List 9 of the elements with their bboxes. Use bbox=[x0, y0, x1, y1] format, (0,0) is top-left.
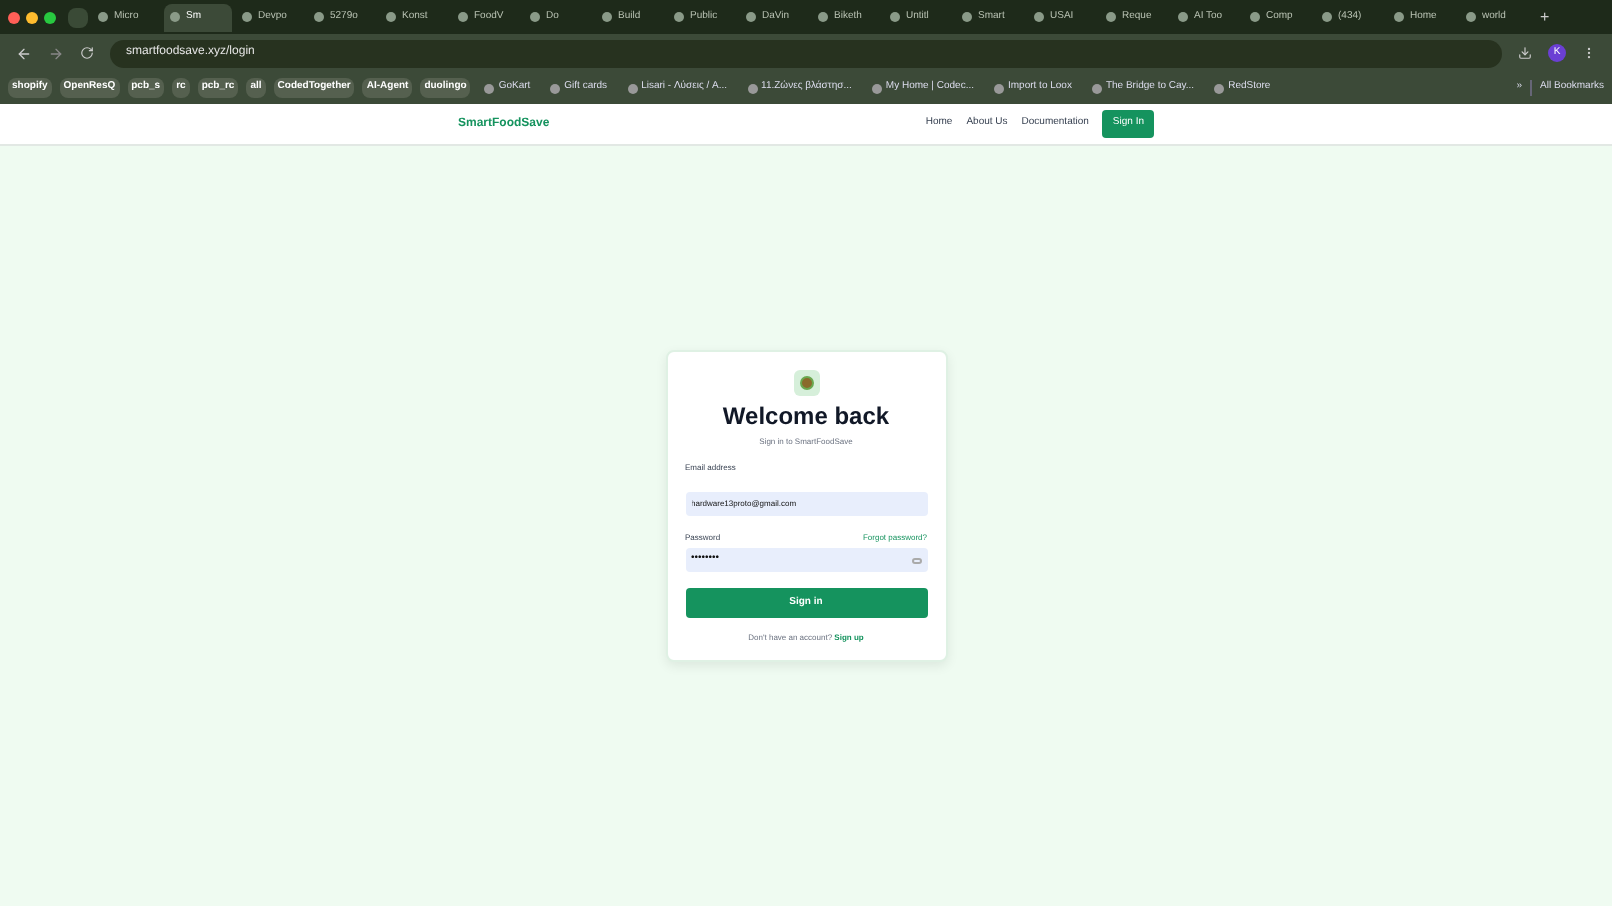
salad-icon bbox=[793, 370, 819, 396]
reload-icon[interactable] bbox=[80, 46, 94, 60]
new-tab-button[interactable]: + bbox=[1532, 5, 1558, 29]
download-icon[interactable] bbox=[1518, 46, 1532, 60]
menu-icon[interactable] bbox=[1582, 46, 1596, 60]
forward-icon[interactable] bbox=[48, 45, 64, 61]
card-title: Welcome back bbox=[722, 404, 890, 428]
window-controls-icon[interactable] bbox=[8, 11, 56, 23]
back-icon[interactable] bbox=[16, 45, 32, 61]
